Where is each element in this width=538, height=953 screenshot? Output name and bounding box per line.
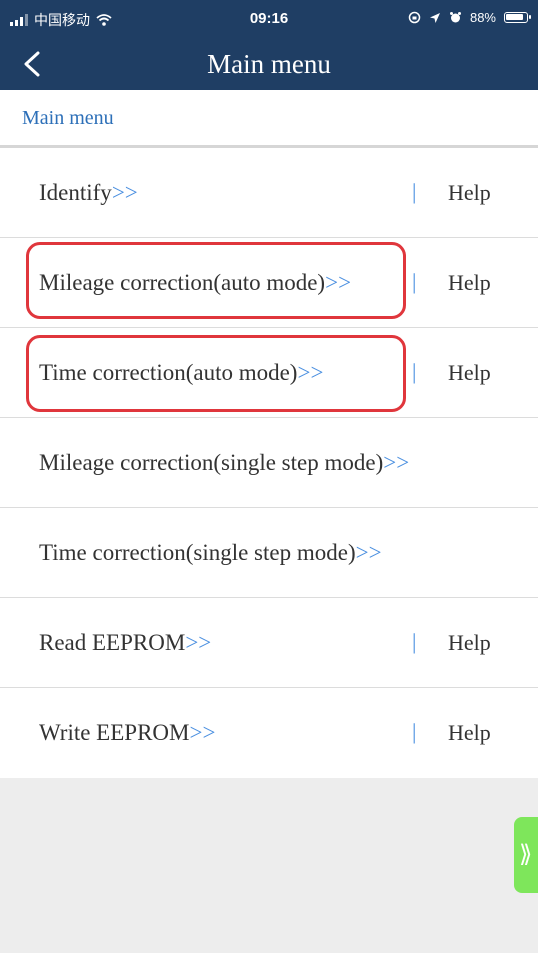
mileage-single-link[interactable]: Mileage correction(single step mode)>> [39, 418, 409, 508]
double-chevron-right-icon: ⟫ [519, 840, 533, 868]
page-title: Main menu [207, 49, 331, 79]
item-label: Identify [39, 180, 112, 205]
double-arrow-icon: >> [185, 630, 212, 655]
mileage-auto-link[interactable]: Mileage correction(auto mode)>> [39, 238, 351, 328]
time-auto-link[interactable]: Time correction(auto mode)>> [39, 328, 323, 418]
menu-item-mileage-single: Mileage correction(single step mode)>> [0, 418, 538, 508]
separator: | [412, 629, 417, 654]
double-arrow-icon: >> [383, 450, 410, 475]
separator: | [412, 719, 417, 744]
double-arrow-icon: >> [111, 180, 138, 205]
menu-item-time-auto: Time correction(auto mode)>> | Help [0, 328, 538, 418]
read-eeprom-link[interactable]: Read EEPROM>> [39, 598, 211, 688]
separator: | [412, 359, 417, 384]
location-icon [429, 12, 440, 23]
menu-item-write-eeprom: Write EEPROM>> | Help [0, 688, 538, 778]
help-link-mileage-auto[interactable]: Help [448, 238, 491, 328]
item-label: Time correction(single step mode) [39, 540, 356, 565]
menu-item-time-single: Time correction(single step mode)>> [0, 508, 538, 598]
status-bar: 中国移动 09:16 88% [0, 0, 538, 38]
rotation-lock-icon [408, 11, 421, 24]
battery-percent: 88% [469, 10, 496, 25]
double-arrow-icon: >> [355, 540, 382, 565]
identify-link[interactable]: Identify>> [39, 148, 138, 238]
help-link-write-eeprom[interactable]: Help [448, 688, 491, 778]
item-label: Time correction(auto mode) [39, 360, 298, 385]
help-link-identify[interactable]: Help [448, 148, 491, 238]
menu-item-mileage-auto: Mileage correction(auto mode)>> | Help [0, 238, 538, 328]
nav-bar: Main menu [0, 38, 538, 90]
status-right: 88% [408, 10, 531, 25]
item-label: Write EEPROM [39, 720, 190, 745]
double-arrow-icon: >> [189, 720, 216, 745]
double-arrow-icon: >> [325, 270, 352, 295]
help-link-read-eeprom[interactable]: Help [448, 598, 491, 688]
time-single-link[interactable]: Time correction(single step mode)>> [39, 508, 382, 598]
separator: | [412, 179, 417, 204]
menu-list: Identify>> | Help Mileage correction(aut… [0, 148, 538, 778]
double-arrow-icon: >> [297, 360, 324, 385]
breadcrumb[interactable]: Main menu [22, 107, 114, 130]
menu-item-identify: Identify>> | Help [0, 148, 538, 238]
menu-item-read-eeprom: Read EEPROM>> | Help [0, 598, 538, 688]
breadcrumb-bar: Main menu [0, 90, 538, 148]
separator: | [412, 269, 417, 294]
battery-icon [504, 12, 531, 23]
item-label: Mileage correction(auto mode) [39, 270, 326, 295]
item-label: Read EEPROM [39, 630, 186, 655]
help-link-time-auto[interactable]: Help [448, 328, 491, 418]
alarm-icon [449, 12, 461, 23]
item-label: Mileage correction(single step mode) [39, 450, 384, 475]
write-eeprom-link[interactable]: Write EEPROM>> [39, 688, 215, 778]
side-drawer-tab[interactable]: ⟫ [514, 817, 538, 893]
